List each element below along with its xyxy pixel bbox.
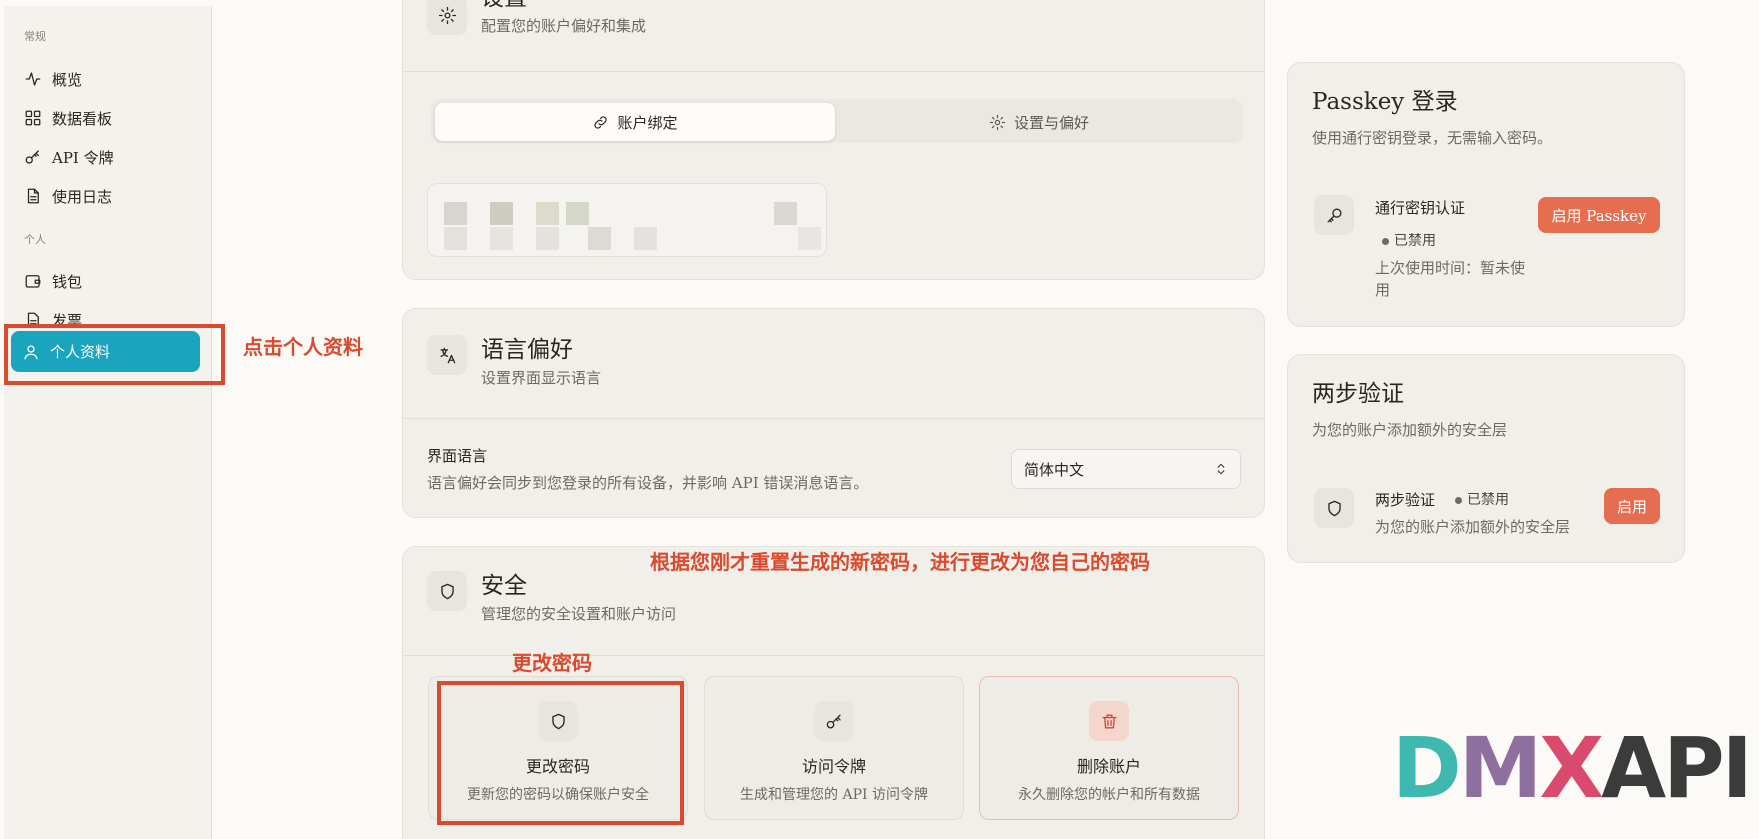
sidebar-item-label: 使用日志 bbox=[52, 187, 113, 206]
tile-title: 删除账户 bbox=[1076, 757, 1141, 776]
divider bbox=[403, 418, 1264, 419]
sidebar-item-label: API 令牌 bbox=[52, 148, 114, 167]
annotation-click-profile: 点击个人资料 bbox=[243, 335, 363, 359]
passkey-subtitle: 使用通行密钥登录，无需输入密码。 bbox=[1312, 129, 1553, 147]
activity-icon bbox=[25, 72, 41, 86]
settings-header: 设置 配置您的账户偏好和集成 bbox=[427, 0, 646, 36]
language-title: 语言偏好 bbox=[481, 337, 573, 363]
dashboard-icon bbox=[25, 110, 41, 126]
shield-icon bbox=[1314, 488, 1354, 528]
status-dot bbox=[1455, 496, 1462, 504]
logo-letter-m: M bbox=[1458, 719, 1543, 817]
language-card: 语言偏好 设置界面显示语言 界面语言 语言偏好会同步到您登录的所有设备，并影响 … bbox=[402, 308, 1265, 518]
tab-preferences[interactable]: 设置与偏好 bbox=[839, 103, 1239, 141]
tab-label: 账户绑定 bbox=[617, 113, 678, 132]
gear-icon bbox=[989, 114, 1006, 130]
logo-letter-x: X bbox=[1539, 719, 1604, 817]
annotation-highlight-change-password bbox=[437, 681, 684, 825]
language-select-value: 简体中文 bbox=[1024, 460, 1085, 479]
key-icon bbox=[814, 701, 854, 741]
language-field-label: 界面语言 bbox=[427, 447, 488, 465]
status-text: 已禁用 bbox=[1394, 233, 1436, 249]
sidebar-item-wallet[interactable]: 钱包 bbox=[24, 268, 82, 294]
logo-api: API bbox=[1601, 719, 1753, 817]
sidebar-group-personal: 个人 bbox=[24, 233, 46, 246]
annotation-change-password: 更改密码 bbox=[512, 651, 592, 675]
sidebar: 常规 概览 数据看板 API 令牌 使用日志 个人 钱包 发票 bbox=[4, 6, 212, 839]
divider bbox=[403, 71, 1264, 72]
two-factor-card: 两步验证 为您的账户添加额外的安全层 两步验证 已禁用 为您的账户添加额外的安全… bbox=[1287, 354, 1685, 563]
enable-two-factor-button[interactable]: 启用 bbox=[1604, 488, 1660, 524]
sidebar-group-general: 常规 bbox=[24, 30, 46, 43]
sidebar-item-label: 钱包 bbox=[52, 272, 83, 291]
settings-title: 设置 bbox=[481, 0, 646, 13]
settings-subtitle: 配置您的账户偏好和集成 bbox=[481, 17, 647, 35]
sidebar-item-label: 数据看板 bbox=[52, 109, 113, 128]
tab-account-binding[interactable]: 账户绑定 bbox=[435, 103, 835, 141]
annotation-change-instruction: 根据您刚才重置生成的新密码，进行更改为您自己的密码 bbox=[650, 550, 1150, 574]
sidebar-item-usage-logs[interactable]: 使用日志 bbox=[24, 183, 112, 209]
sidebar-item-overview[interactable]: 概览 bbox=[24, 66, 82, 92]
security-title: 安全 bbox=[481, 573, 527, 599]
two-factor-subtitle: 为您的账户添加额外的安全层 bbox=[1312, 421, 1508, 439]
language-subtitle: 设置界面显示语言 bbox=[481, 369, 602, 387]
blurred-account-binding bbox=[427, 183, 827, 257]
two-factor-item-title: 两步验证 bbox=[1375, 491, 1436, 509]
two-factor-desc: 为您的账户添加额外的安全层 bbox=[1375, 518, 1571, 536]
shield-icon bbox=[427, 571, 467, 611]
settings-tabs: 账户绑定 设置与偏好 bbox=[431, 99, 1243, 143]
language-field-desc: 语言偏好会同步到您登录的所有设备，并影响 API 错误消息语言。 bbox=[427, 474, 869, 492]
key-icon bbox=[1314, 195, 1354, 235]
sidebar-item-dashboard[interactable]: 数据看板 bbox=[24, 105, 112, 131]
security-subtitle: 管理您的安全设置和账户访问 bbox=[481, 605, 677, 623]
annotation-highlight-profile bbox=[4, 324, 225, 385]
passkey-card: Passkey 登录 使用通行密钥登录，无需输入密码。 通行密钥认证 已禁用 上… bbox=[1287, 62, 1685, 327]
status-dot bbox=[1382, 237, 1389, 245]
delete-account-tile[interactable]: 删除账户 永久删除您的帐户和所有数据 bbox=[979, 676, 1239, 820]
tile-subtitle: 永久删除您的帐户和所有数据 bbox=[1018, 787, 1200, 803]
chevron-updown-icon bbox=[1217, 463, 1225, 475]
sidebar-item-label: 概览 bbox=[52, 70, 83, 89]
language-select[interactable]: 简体中文 bbox=[1011, 449, 1241, 489]
dmxapi-logo: DMXAPI bbox=[1392, 726, 1753, 810]
sidebar-item-api-tokens[interactable]: API 令牌 bbox=[24, 144, 114, 170]
two-factor-status: 已禁用 bbox=[1455, 489, 1509, 509]
trash-icon bbox=[1089, 701, 1129, 741]
settings-card: 设置 配置您的账户偏好和集成 账户绑定 设置与偏好 bbox=[402, 0, 1265, 280]
file-icon bbox=[27, 188, 39, 204]
passkey-status: 已禁用 bbox=[1382, 230, 1436, 250]
logo-letter-d: D bbox=[1392, 719, 1462, 817]
tab-label: 设置与偏好 bbox=[1013, 113, 1089, 132]
two-factor-title: 两步验证 bbox=[1312, 381, 1404, 407]
key-icon bbox=[25, 150, 39, 164]
status-text: 已禁用 bbox=[1467, 492, 1509, 508]
tile-title: 访问令牌 bbox=[801, 757, 866, 776]
passkey-title: Passkey 登录 bbox=[1312, 89, 1458, 115]
tile-subtitle: 生成和管理您的 API 访问令牌 bbox=[740, 787, 928, 803]
language-header: 语言偏好 设置界面显示语言 bbox=[427, 335, 601, 388]
access-token-tile[interactable]: 访问令牌 生成和管理您的 API 访问令牌 bbox=[704, 676, 964, 820]
translate-icon bbox=[427, 335, 467, 375]
passkey-item-title: 通行密钥认证 bbox=[1375, 199, 1466, 217]
link-icon bbox=[594, 115, 608, 129]
wallet-icon bbox=[25, 275, 41, 288]
security-header: 安全 管理您的安全设置和账户访问 bbox=[427, 571, 676, 624]
enable-passkey-button[interactable]: 启用 Passkey bbox=[1538, 197, 1660, 233]
gear-icon bbox=[427, 0, 467, 35]
passkey-last-used: 上次使用时间：暂未使用 bbox=[1375, 259, 1526, 299]
